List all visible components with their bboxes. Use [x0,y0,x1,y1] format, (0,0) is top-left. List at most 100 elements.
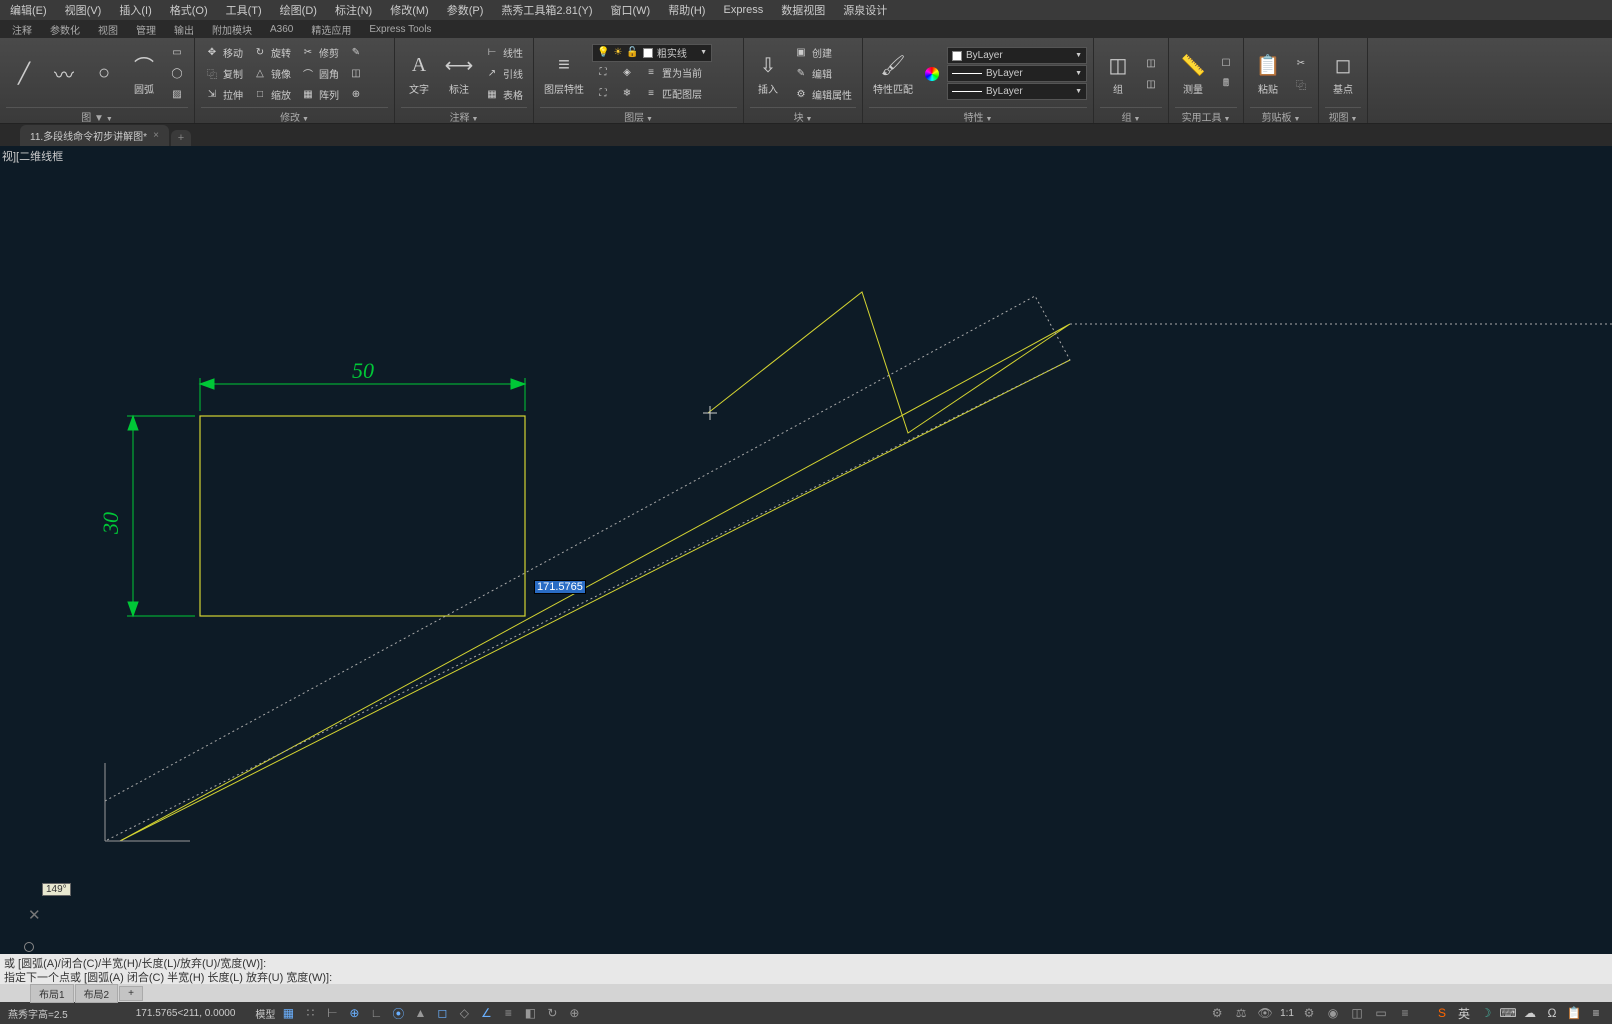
tab-express[interactable]: Express Tools [361,22,439,37]
menu-tools[interactable]: 工具(T) [220,0,268,20]
erase-button[interactable]: ✎ [345,43,367,63]
text-button[interactable]: A文字 [401,47,437,100]
move-button[interactable]: ✥移动 [201,43,247,63]
hardware-accel[interactable]: ◉ [1324,1004,1342,1022]
menu-more[interactable]: ≡ [1396,1004,1414,1022]
dynamic-input-toggle[interactable]: ⊕ [345,1004,363,1022]
infer-toggle[interactable]: ⊢ [323,1004,341,1022]
layer-state-button[interactable]: ⛶ [592,63,614,83]
3dosnap-toggle[interactable]: ◇ [455,1004,473,1022]
dimension-button[interactable]: ⟷标注 [441,47,477,100]
panel-title-group[interactable]: 组 [1100,107,1162,123]
color-picker-button[interactable] [921,64,943,84]
menu-yuanquan[interactable]: 源泉设计 [837,0,893,20]
paste-button[interactable]: 📋粘贴 [1250,47,1286,100]
basepoint-button[interactable]: ◻基点 [1325,47,1361,100]
layer-iso-button[interactable]: ◈ [616,63,638,83]
nav-wheel[interactable] [24,942,34,952]
table-button[interactable]: ▦表格 [481,85,527,105]
group-edit-button[interactable]: ◫ [1140,74,1162,94]
snap-toggle[interactable]: ∷ [301,1004,319,1022]
coordinates-readout[interactable]: 171.5765<211, 0.0000 [136,1008,236,1019]
menu-help[interactable]: 帮助(H) [662,0,711,20]
annotation-scale[interactable]: ⚖ [1232,1004,1250,1022]
ime-moon-icon[interactable]: ☽ [1478,1005,1494,1021]
osnap-toggle[interactable]: ◻ [433,1004,451,1022]
new-tab-button[interactable]: + [171,130,191,146]
measure-button[interactable]: 📏测量 [1175,47,1211,100]
menu-format[interactable]: 格式(O) [164,0,214,20]
trim-button[interactable]: ✂修剪 [297,43,343,63]
tab-annotate[interactable]: 注释 [4,20,40,39]
ime-menu-icon[interactable]: ≡ [1588,1005,1604,1021]
hatch-button[interactable]: ▨ [166,85,188,105]
color-dropdown[interactable]: ByLayer▼ [947,47,1087,64]
leader-button[interactable]: ↗引线 [481,64,527,84]
menu-modify[interactable]: 修改(M) [384,0,435,20]
polyline-button[interactable]: 〰 [46,56,82,92]
panel-title-view[interactable]: 视图 [1325,107,1361,123]
ortho-toggle[interactable]: ∟ [367,1004,385,1022]
menu-view[interactable]: 视图(V) [59,0,108,20]
ime-keyboard-icon[interactable]: ⌨ [1500,1005,1516,1021]
insert-block-button[interactable]: ⇩插入 [750,47,786,100]
quick-calc-button[interactable]: 🖩 [1215,74,1237,94]
tab-featured[interactable]: 精选应用 [303,20,359,39]
line-button[interactable]: ╱ [6,56,42,92]
mirror-button[interactable]: △镜像 [249,64,295,84]
edit-block-button[interactable]: ✎编辑 [790,64,856,84]
ime-settings-icon[interactable]: 📋 [1566,1005,1582,1021]
panel-title-block[interactable]: 块 [750,107,856,123]
drawing-canvas[interactable]: 视][二维线框 50 30 [0,146,1612,954]
anno-visibility[interactable]: 👁 [1256,1004,1274,1022]
sogou-ime-icon[interactable]: S [1434,1005,1450,1021]
grid-toggle[interactable]: ▦ [279,1004,297,1022]
panel-title-layers[interactable]: 图层 [540,107,737,123]
copy-clip-button[interactable]: ⿻ [1290,74,1312,94]
array-button[interactable]: ▦阵列 [297,85,343,105]
edit-attr-button[interactable]: ⚙编辑属性 [790,85,856,105]
tab-a360[interactable]: A360 [262,22,301,37]
panel-title-util[interactable]: 实用工具 [1175,107,1237,123]
layout-tab-2[interactable]: 布局2 [75,984,119,1003]
customize-button[interactable]: ⚙ [1300,1004,1318,1022]
layout-tab-1[interactable]: 布局1 [30,984,74,1003]
ime-omega-icon[interactable]: Ω [1544,1005,1560,1021]
tab-view[interactable]: 视图 [90,20,126,39]
layout-add-button[interactable]: + [119,986,143,1001]
menu-draw[interactable]: 绘图(D) [274,0,323,20]
cycling-toggle[interactable]: ↻ [543,1004,561,1022]
create-block-button[interactable]: ▣创建 [790,43,856,63]
arc-button[interactable]: ⌒圆弧 [126,47,162,100]
menu-edit[interactable]: 编辑(E) [4,0,53,20]
command-prompt[interactable]: 指定下一个点或 [圆弧(A) 闭合(C) 半宽(H) 长度(L) 放弃(U) 宽… [4,969,1608,983]
tab-manage[interactable]: 管理 [128,20,164,39]
command-window[interactable]: 或 [圆弧(A)/闭合(C)/半宽(H)/长度(L)/放弃(U)/宽度(W)]:… [0,954,1612,984]
isodraft-toggle[interactable]: ▲ [411,1004,429,1022]
transparency-toggle[interactable]: ◧ [521,1004,539,1022]
dynamic-input-tooltip[interactable]: 171.5765 [534,580,586,594]
layer-freeze-button[interactable]: ❄ [616,84,638,104]
linear-dim-button[interactable]: ⊢线性 [481,43,527,63]
tab-parametric[interactable]: 参数化 [42,20,88,39]
copy-button[interactable]: ⿻复制 [201,64,247,84]
ime-cloud-icon[interactable]: ☁ [1522,1005,1538,1021]
tab-output[interactable]: 输出 [166,20,202,39]
ime-lang[interactable]: 英 [1456,1005,1472,1021]
otrack-toggle[interactable]: ∠ [477,1004,495,1022]
tab-addins[interactable]: 附加模块 [204,20,260,39]
close-viewport-icon[interactable]: ✕ [28,906,41,924]
polar-toggle[interactable]: ⦿ [389,1004,407,1022]
ellipse-button[interactable]: ◯ [166,64,188,84]
scale-button[interactable]: □缩放 [249,85,295,105]
menu-yanxiu[interactable]: 燕秀工具箱2.81(Y) [495,0,598,20]
menu-window[interactable]: 窗口(W) [604,0,656,20]
rotate-button[interactable]: ↻旋转 [249,43,295,63]
menu-express[interactable]: Express [717,2,769,18]
clean-screen[interactable]: ▭ [1372,1004,1390,1022]
menu-insert[interactable]: 插入(I) [113,0,157,20]
match-layer-button[interactable]: ≡匹配图层 [640,84,706,104]
linetype-dropdown[interactable]: ByLayer▼ [947,83,1087,100]
panel-title-clipboard[interactable]: 剪贴板 [1250,107,1312,123]
file-tab-active[interactable]: 11.多段线命令初步讲解图* × [20,125,169,146]
